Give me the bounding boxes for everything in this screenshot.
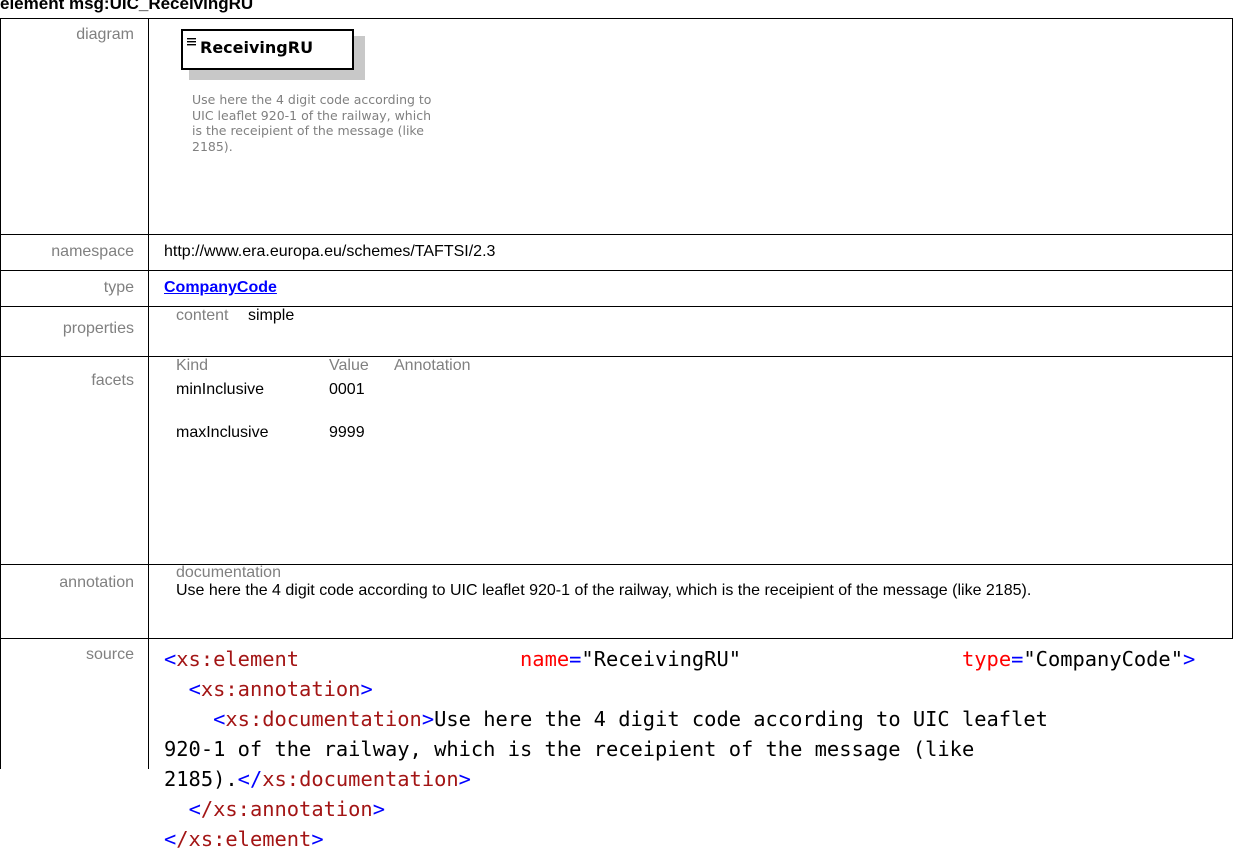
element-box[interactable]: ReceivingRU [181, 29, 354, 70]
table-right-border [1232, 18, 1233, 638]
source-close-element-tag: /xs:element [176, 827, 312, 851]
annotation-sublabel: documentation [176, 564, 281, 581]
annotation-label: annotation [59, 574, 134, 591]
facets-header-kind: Kind [176, 357, 209, 374]
source-annotation-tag: xs:annotation [200, 677, 361, 701]
facet-kind: minInclusive [176, 381, 265, 398]
namespace-value: http://www.era.europa.eu/schemes/TAFTSI/… [164, 243, 496, 260]
source-close-annotation-tag: /xs:annotation [200, 797, 373, 821]
facet-value: 9999 [329, 424, 365, 441]
element-name: ReceivingRU [200, 38, 314, 57]
table-column-divider [148, 18, 149, 769]
source-code: <xs:element name="ReceivingRU" type="Com… [164, 647, 1196, 851]
table-left-border [0, 18, 1, 769]
row-divider [0, 18, 1233, 19]
type-link[interactable]: CompanyCode [164, 279, 277, 297]
facets-header-annotation: Annotation [394, 357, 471, 374]
row-divider [0, 270, 1233, 271]
row-divider [0, 638, 1233, 639]
source-doc-line: 920-1 of the railway, which is the recei… [164, 737, 975, 761]
element-icon [187, 33, 196, 51]
source-open-tag: xs:element [176, 647, 300, 671]
properties-value: simple [248, 307, 295, 324]
source-attr-name: name [520, 647, 570, 671]
facet-kind: maxInclusive [176, 424, 269, 441]
properties-key: content [176, 307, 229, 324]
facet-value: 0001 [329, 381, 365, 398]
source-doc-line: Use here the 4 digit code according to U… [434, 707, 1048, 731]
type-label: type [103, 279, 134, 296]
source-attr-type-value: "CompanyCode" [1023, 647, 1183, 671]
annotation-text: Use here the 4 digit code according to U… [176, 582, 1032, 599]
source-attr-name-value: "ReceivingRU" [581, 647, 742, 671]
facets-label: facets [91, 372, 134, 389]
source-documentation-tag: xs:documentation [225, 707, 422, 731]
row-divider [0, 234, 1233, 235]
properties-label: properties [62, 320, 134, 337]
namespace-label: namespace [51, 243, 134, 260]
source-attr-type: type [962, 647, 1012, 671]
source-doc-line: 2185). [164, 767, 238, 791]
source-close-documentation-tag: xs:documentation [262, 767, 459, 791]
diagram-label: diagram [76, 26, 134, 43]
source-label: source [85, 646, 134, 663]
facets-header-value: Value [329, 357, 369, 374]
element-doc-text: Use here the 4 digit code according to U… [192, 92, 432, 155]
